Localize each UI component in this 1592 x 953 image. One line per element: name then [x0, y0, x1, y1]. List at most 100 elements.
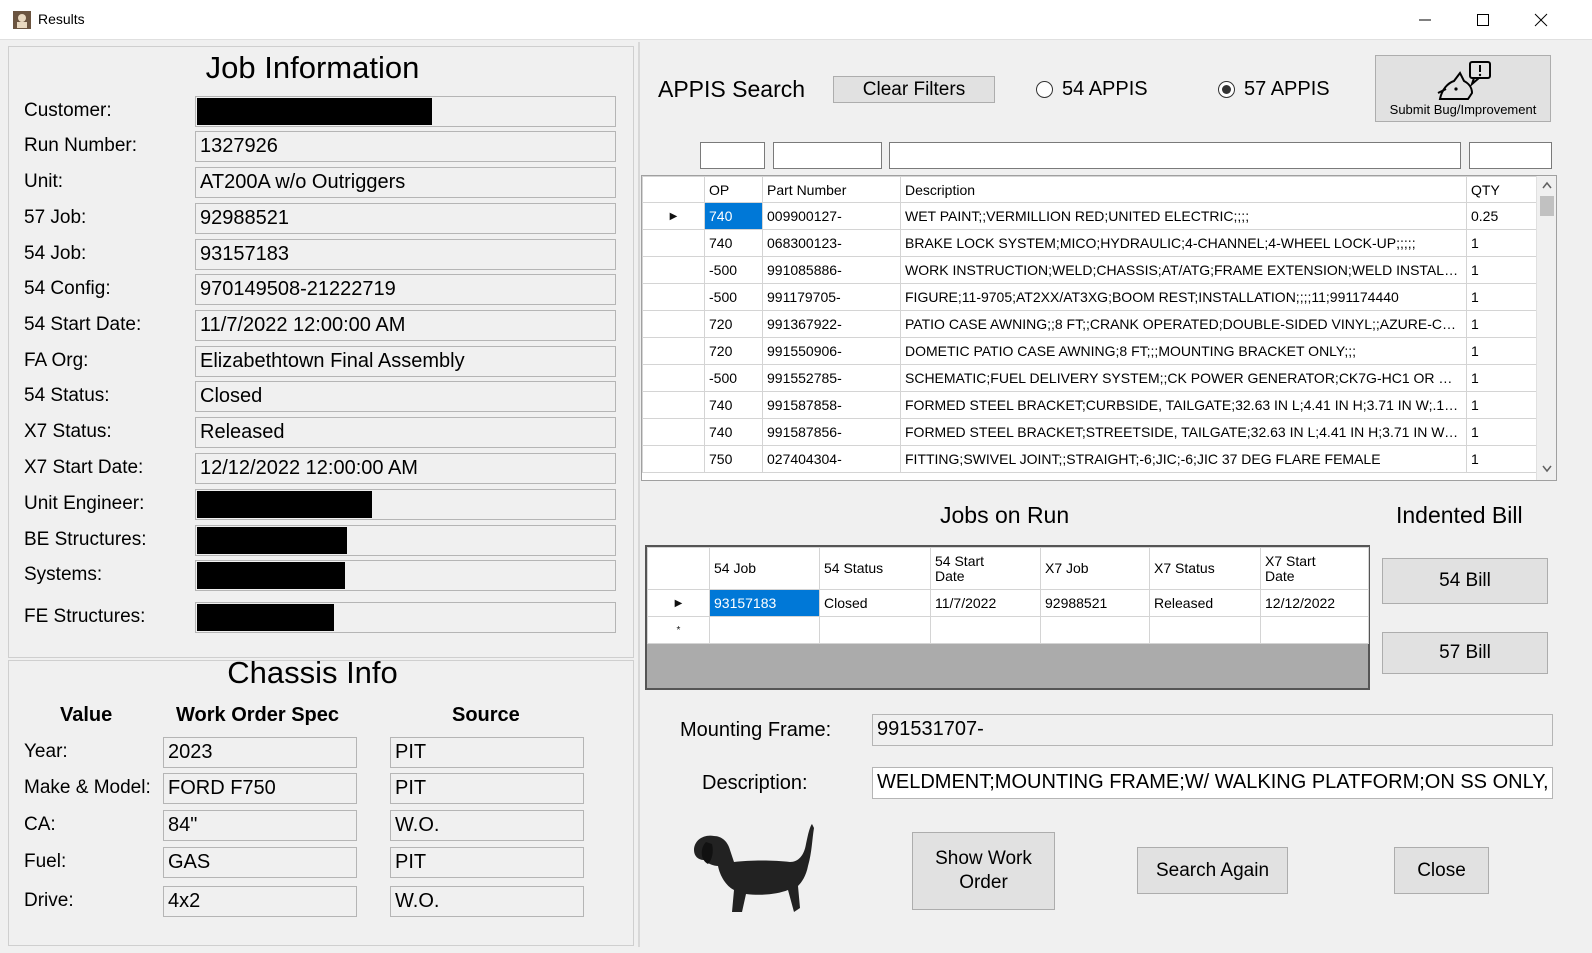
jobs-empty-cell[interactable] [819, 616, 931, 644]
appis-cell[interactable]: 991587858- [762, 391, 901, 419]
close-button[interactable]: Close [1394, 847, 1489, 894]
appis-cell[interactable]: 0.25 [1466, 202, 1537, 230]
appis-cell[interactable]: FITTING;SWIVEL JOINT;;STRAIGHT;-6;JIC;-6… [900, 445, 1467, 473]
systems-field[interactable] [195, 560, 616, 591]
appis-cell[interactable]: FIGURE;11-9705;AT2XX/AT3XG;BOOM REST;INS… [900, 283, 1467, 311]
customer-field[interactable] [195, 96, 616, 127]
appis-row[interactable]: ▶ 740 009900127- WET PAINT;;VERMILLION RED;… [642, 202, 1537, 230]
radio-57-appis[interactable]: 57 APPIS [1218, 78, 1330, 101]
appis-cell[interactable]: 720 [704, 337, 763, 365]
row-header[interactable] [642, 310, 705, 338]
bill-57-button[interactable]: 57 Bill [1382, 632, 1548, 674]
jobs-column-header[interactable]: X7 Job [1040, 547, 1150, 590]
appis-cell[interactable]: 027404304- [762, 445, 901, 473]
54-status-field[interactable]: Closed [195, 381, 616, 412]
row-header[interactable] [642, 283, 705, 311]
jobs-empty-cell[interactable] [1260, 616, 1369, 644]
radio-54-appis[interactable]: 54 APPIS [1036, 78, 1148, 101]
maximize-button[interactable] [1460, 6, 1506, 34]
fe-structures-field[interactable] [195, 602, 616, 633]
jobs-empty-cell[interactable] [1149, 616, 1261, 644]
54-job-field[interactable]: 93157183 [195, 239, 616, 270]
bill-54-button[interactable]: 54 Bill [1382, 558, 1548, 604]
unit-field[interactable]: AT200A w/o Outriggers [195, 167, 616, 198]
appis-cell[interactable]: 991085886- [762, 256, 901, 284]
appis-cell[interactable]: 1 [1466, 229, 1537, 257]
be-structures-field[interactable] [195, 525, 616, 556]
row-header[interactable] [642, 391, 705, 419]
appis-row[interactable]: -500 991085886- WORK INSTRUCTION;WELD;CHAS… [642, 256, 1537, 284]
jobs-column-header[interactable]: 54 Status [819, 547, 931, 590]
fa-org-field[interactable]: Elizabethtown Final Assembly [195, 346, 616, 377]
new-row-header[interactable]: * [647, 616, 710, 644]
jobs-new-row[interactable]: * [647, 616, 1369, 644]
appis-cell[interactable]: 991367922- [762, 310, 901, 338]
jobs-empty-cell[interactable] [930, 616, 1041, 644]
radio-57-circle[interactable] [1218, 81, 1235, 98]
jobs-empty-cell[interactable] [709, 616, 820, 644]
appis-column-header[interactable]: Description [900, 176, 1467, 203]
appis-cell[interactable]: WET PAINT;;VERMILLION RED;UNITED ELECTRI… [900, 202, 1467, 230]
jobs-column-header[interactable]: 54 Job [709, 547, 820, 590]
row-header[interactable]: ▶ [647, 589, 710, 617]
unit-engineer-field[interactable] [195, 489, 616, 520]
appis-cell[interactable]: PATIO CASE AWNING;;8 FT;;CRANK OPERATED;… [900, 310, 1467, 338]
appis-cell[interactable]: FORMED STEEL BRACKET;CURBSIDE, TAILGATE;… [900, 391, 1467, 419]
appis-row[interactable]: 720 991550906- DOMETIC PATIO CASE AWNING;8… [642, 337, 1537, 365]
appis-cell[interactable]: SCHEMATIC;FUEL DELIVERY SYSTEM;;CK POWER… [900, 364, 1467, 392]
appis-cell[interactable]: 1 [1466, 337, 1537, 365]
appis-cell[interactable]: 991552785- [762, 364, 901, 392]
appis-cell[interactable]: 1 [1466, 391, 1537, 419]
jobs-column-header[interactable]: X7 Start Date [1260, 547, 1369, 590]
appis-cell[interactable]: 740 [704, 202, 763, 230]
appis-cell[interactable]: 009900127- [762, 202, 901, 230]
appis-cell[interactable]: 1 [1466, 283, 1537, 311]
x7-status-field[interactable]: Released [195, 417, 616, 448]
appis-cell[interactable]: 740 [704, 229, 763, 257]
chassis-fuel-source-field[interactable]: PIT [390, 847, 584, 878]
appis-row[interactable]: 740 068300123- BRAKE LOCK SYSTEM;MICO;HYDR… [642, 229, 1537, 257]
appis-cell[interactable]: 991550906- [762, 337, 901, 365]
chassis-fuel-spec-field[interactable]: GAS [163, 847, 357, 878]
jobs-column-header[interactable]: X7 Status [1149, 547, 1261, 590]
jobs-cell[interactable]: Closed [819, 589, 931, 617]
54-config-field[interactable]: 970149508-21222719 [195, 274, 616, 305]
jobs-cell[interactable]: 11/7/2022 [930, 589, 1041, 617]
clear-filters-button[interactable]: Clear Filters [833, 76, 995, 103]
appis-cell[interactable]: 991587856- [762, 418, 901, 446]
jobs-column-header[interactable]: 54 Start Date [930, 547, 1041, 590]
appis-scroll-thumb[interactable] [1540, 196, 1554, 216]
row-header[interactable]: ▶ [642, 202, 705, 230]
appis-scrollbar[interactable] [1536, 176, 1556, 480]
row-header[interactable] [642, 256, 705, 284]
appis-cell[interactable]: -500 [704, 364, 763, 392]
appis-column-header[interactable]: QTY [1466, 176, 1537, 203]
appis-cell[interactable]: 740 [704, 418, 763, 446]
appis-column-header[interactable]: OP [704, 176, 763, 203]
chassis-ca-spec-field[interactable]: 84" [163, 810, 357, 841]
filter-qty-input[interactable] [1469, 142, 1552, 169]
57-job-field[interactable]: 92988521 [195, 203, 616, 234]
appis-row[interactable]: -500 991552785- SCHEMATIC;FUEL DELIVERY SY… [642, 364, 1537, 392]
jobs-cell[interactable]: Released [1149, 589, 1261, 617]
appis-grid[interactable]: OP Part Number Description QTY ▶ 740 00990012… [641, 175, 1557, 481]
appis-column-header[interactable]: Part Number [762, 176, 901, 203]
chassis-drive-source-field[interactable]: W.O. [390, 886, 584, 917]
scroll-down-icon[interactable] [1537, 460, 1557, 478]
submit-bug-button[interactable]: Submit Bug/Improvement [1375, 55, 1551, 122]
scroll-up-icon[interactable] [1537, 176, 1557, 194]
filter-description-input[interactable] [889, 142, 1461, 169]
row-header[interactable] [642, 418, 705, 446]
appis-cell[interactable]: DOMETIC PATIO CASE AWNING;8 FT;;;MOUNTIN… [900, 337, 1467, 365]
appis-cell[interactable]: 1 [1466, 310, 1537, 338]
jobs-cell[interactable]: 92988521 [1040, 589, 1150, 617]
show-work-order-button[interactable]: Show Work Order [912, 832, 1055, 910]
appis-cell[interactable]: -500 [704, 283, 763, 311]
appis-row[interactable]: -500 991179705- FIGURE;11-9705;AT2XX/AT3XG… [642, 283, 1537, 311]
appis-row[interactable]: 740 991587858- FORMED STEEL BRACKET;CURBSI… [642, 391, 1537, 419]
appis-cell[interactable]: 750 [704, 445, 763, 473]
appis-cell[interactable]: FORMED STEEL BRACKET;STREETSIDE, TAILGAT… [900, 418, 1467, 446]
jobs-empty-cell[interactable] [1040, 616, 1150, 644]
appis-cell[interactable]: 1 [1466, 445, 1537, 473]
chassis-make-model-spec-field[interactable]: FORD F750 [163, 773, 357, 804]
